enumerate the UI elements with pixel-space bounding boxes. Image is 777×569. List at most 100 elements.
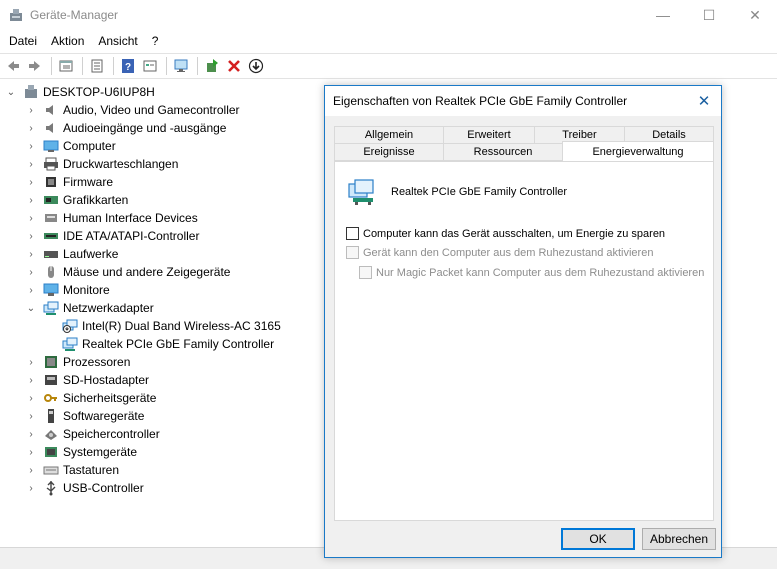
ide-icon — [44, 233, 58, 239]
computer-icon — [43, 140, 59, 152]
chevron-right-icon[interactable]: › — [25, 374, 37, 386]
chevron-right-icon[interactable]: › — [25, 284, 37, 296]
chevron-right-icon[interactable]: › — [25, 140, 37, 152]
chevron-right-icon[interactable]: › — [25, 446, 37, 458]
tree-item-sd-hostadapter[interactable]: › SD-Hostadapter — [25, 371, 149, 389]
maximize-button[interactable]: ☐ — [686, 0, 732, 30]
chevron-right-icon[interactable]: › — [25, 194, 37, 206]
tree-item-label: Speichercontroller — [63, 427, 160, 441]
tree-item-softwaregeräte[interactable]: › Softwaregeräte — [25, 407, 144, 425]
option-allow-power-off[interactable]: Computer kann das Gerät ausschalten, um … — [346, 227, 665, 240]
minimize-button[interactable]: — — [640, 0, 686, 30]
monitor-scan-icon[interactable] — [171, 56, 191, 76]
chevron-right-icon[interactable]: › — [25, 122, 37, 134]
tree-item-ide-ata-atapi-controller[interactable]: › IDE ATA/ATAPI-Controller — [25, 227, 199, 245]
option-allow-power-off-label: Computer kann das Gerät ausschalten, um … — [363, 227, 666, 240]
chevron-right-icon[interactable]: › — [25, 356, 37, 368]
tree-item-label: SD-Hostadapter — [63, 373, 150, 387]
chevron-down-icon[interactable]: ⌄ — [5, 86, 17, 98]
tree-child-realtek-pcie-gbe-family-controller[interactable]: Realtek PCIe GbE Family Controller — [62, 335, 274, 353]
tree-item-monitore[interactable]: › Monitore — [25, 281, 109, 299]
chip-icon — [46, 177, 56, 187]
chevron-right-icon[interactable]: › — [25, 158, 37, 170]
chevron-right-icon[interactable]: › — [25, 410, 37, 422]
menu-aktion[interactable]: Aktion — [44, 34, 91, 48]
menu-help[interactable]: ? — [145, 34, 166, 48]
tab-panel-energieverwaltung: Realtek PCIe GbE Family Controller Compu… — [334, 161, 714, 521]
menu-bar: Datei Aktion Ansicht ? — [0, 31, 777, 51]
tree-item-usb-controller[interactable]: › USB-Controller — [25, 479, 144, 497]
tab-energieverwaltung[interactable]: Energieverwaltung — [562, 141, 714, 161]
cancel-button[interactable]: Abbrechen — [642, 528, 716, 550]
cpu-icon — [45, 356, 57, 368]
tree-child-label: Realtek PCIe GbE Family Controller — [82, 337, 275, 351]
tree-item-label: Firmware — [63, 175, 113, 189]
tree-item-mäuse-und-andere-zeigegeräte[interactable]: › Mäuse und andere Zeigegeräte — [25, 263, 230, 281]
device-name: Realtek PCIe GbE Family Controller — [391, 186, 568, 198]
update-driver-icon[interactable] — [202, 56, 222, 76]
chevron-right-icon[interactable]: › — [25, 266, 37, 278]
speaker-icon — [46, 123, 53, 133]
tree-child-intel-r-dual-band-wireless-ac-3165[interactable]: Intel(R) Dual Band Wireless-AC 3165 — [62, 317, 281, 335]
chevron-right-icon[interactable]: › — [25, 464, 37, 476]
tree-item-label: Sicherheitsgeräte — [63, 391, 157, 405]
network-adapter-icon — [348, 179, 374, 205]
tree-item-label: IDE ATA/ATAPI-Controller — [63, 229, 200, 243]
close-button[interactable]: ✕ — [732, 0, 777, 30]
ok-button[interactable]: OK — [561, 528, 635, 550]
chevron-right-icon[interactable]: › — [25, 392, 37, 404]
chevron-right-icon[interactable]: › — [25, 212, 37, 224]
tree-root-label: DESKTOP-U6IUP8H — [43, 85, 155, 99]
tree-item-firmware[interactable]: › Firmware — [25, 173, 113, 191]
tree-item-netzwerkadapter[interactable]: ⌄ Netzwerkadapter — [25, 299, 154, 317]
tab-erweitert[interactable]: Erweitert — [443, 126, 535, 144]
chevron-down-icon[interactable]: ⌄ — [25, 302, 37, 314]
tree-item-systemgeräte[interactable]: › Systemgeräte — [25, 443, 137, 461]
chevron-right-icon[interactable]: › — [25, 230, 37, 242]
tab-allgemein[interactable]: Allgemein — [334, 126, 444, 144]
properties-icon[interactable] — [56, 56, 76, 76]
sd-icon — [45, 375, 57, 385]
tree-item-prozessoren[interactable]: › Prozessoren — [25, 353, 130, 371]
tab-ressourcen[interactable]: Ressourcen — [443, 143, 563, 161]
monitor-icon — [43, 283, 59, 296]
help-icon[interactable]: ? — [118, 56, 138, 76]
forward-arrow-icon[interactable] — [25, 56, 45, 76]
tree-item-label: Laufwerke — [63, 247, 119, 261]
chevron-right-icon[interactable]: › — [25, 104, 37, 116]
dialog-close-button[interactable]: ✕ — [687, 86, 721, 116]
network-disabled-icon — [62, 319, 78, 333]
storage-icon — [45, 430, 57, 440]
tree-item-laufwerke[interactable]: › Laufwerke — [25, 245, 118, 263]
tree-item-label: Tastaturen — [63, 463, 120, 477]
tree-item-grafikkarten[interactable]: › Grafikkarten — [25, 191, 128, 209]
tab-ereignisse[interactable]: Ereignisse — [334, 143, 444, 161]
tree-root[interactable]: ⌄ DESKTOP-U6IUP8H — [5, 83, 155, 101]
display-adapter-icon — [44, 196, 58, 204]
list-view-icon[interactable] — [87, 56, 107, 76]
drive-icon — [44, 251, 58, 258]
tree-item-audio-video-und-gamecontroller[interactable]: › Audio, Video und Gamecontroller — [25, 101, 239, 119]
checkbox-wake-computer — [346, 246, 359, 259]
chevron-right-icon[interactable]: › — [25, 248, 37, 260]
properties-sheet-icon[interactable] — [140, 56, 160, 76]
tree-item-label: Computer — [63, 139, 116, 153]
tree-item-speichercontroller[interactable]: › Speichercontroller — [25, 425, 160, 443]
menu-datei[interactable]: Datei — [0, 34, 44, 48]
chevron-right-icon[interactable]: › — [25, 482, 37, 494]
chevron-right-icon[interactable]: › — [25, 428, 37, 440]
uninstall-icon[interactable] — [224, 56, 244, 76]
keyboard-icon — [43, 466, 59, 475]
chevron-right-icon[interactable]: › — [25, 176, 37, 188]
tree-item-label: Audioeingänge und -ausgänge — [63, 121, 227, 135]
download-icon[interactable] — [246, 56, 266, 76]
checkbox-allow-power-off[interactable] — [346, 227, 359, 240]
tree-item-druckwarteschlangen[interactable]: › Druckwarteschlangen — [25, 155, 178, 173]
menu-ansicht[interactable]: Ansicht — [91, 34, 144, 48]
tree-item-human-interface-devices[interactable]: › Human Interface Devices — [25, 209, 197, 227]
tree-item-audioeingänge-und-ausgänge[interactable]: › Audioeingänge und -ausgänge — [25, 119, 226, 137]
tree-item-tastaturen[interactable]: › Tastaturen — [25, 461, 119, 479]
tree-item-sicherheitsgeräte[interactable]: › Sicherheitsgeräte — [25, 389, 156, 407]
tree-item-computer[interactable]: › Computer — [25, 137, 116, 155]
back-arrow-icon[interactable] — [3, 56, 23, 76]
